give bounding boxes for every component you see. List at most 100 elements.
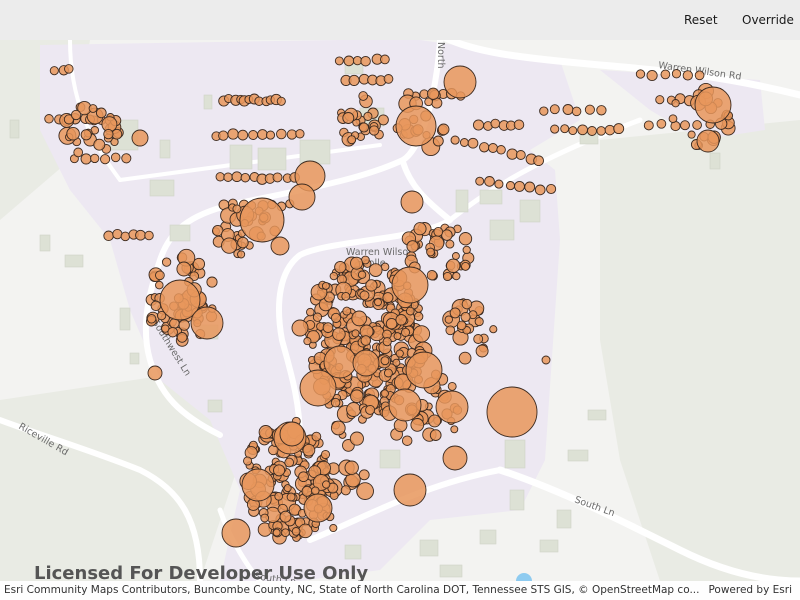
map-marker[interactable] <box>155 270 165 281</box>
map-marker[interactable] <box>301 485 313 497</box>
map-marker[interactable] <box>534 184 546 196</box>
map-marker[interactable] <box>365 404 376 415</box>
map-marker[interactable] <box>110 152 121 163</box>
map-marker[interactable] <box>347 135 357 145</box>
map-marker[interactable] <box>383 74 394 84</box>
map-marker[interactable] <box>413 222 427 236</box>
map-marker[interactable] <box>332 327 346 341</box>
map-marker[interactable] <box>279 510 292 523</box>
map-marker[interactable] <box>330 397 341 408</box>
map-marker[interactable] <box>321 281 330 290</box>
map-marker[interactable] <box>391 266 429 304</box>
map-marker[interactable] <box>237 236 249 249</box>
map-marker[interactable] <box>66 126 80 141</box>
map-marker[interactable] <box>660 69 671 80</box>
map-marker[interactable] <box>426 247 435 257</box>
map-marker[interactable] <box>383 368 393 378</box>
map-marker[interactable] <box>382 292 394 304</box>
map-marker[interactable] <box>514 180 525 192</box>
map-marker[interactable] <box>414 311 424 322</box>
map-marker[interactable] <box>329 271 338 281</box>
map-marker[interactable] <box>450 425 459 434</box>
map-marker[interactable] <box>190 306 224 340</box>
map-marker[interactable] <box>655 95 665 105</box>
map-marker[interactable] <box>604 124 616 136</box>
map-marker[interactable] <box>223 172 233 182</box>
map-marker[interactable] <box>218 130 229 141</box>
map-marker[interactable] <box>388 388 422 422</box>
map-marker[interactable] <box>258 425 273 440</box>
map-marker[interactable] <box>176 261 192 277</box>
override-button[interactable]: Override <box>742 10 794 30</box>
map-marker[interactable] <box>437 123 450 136</box>
map-marker[interactable] <box>533 155 544 167</box>
map-marker[interactable] <box>473 334 484 344</box>
map-marker[interactable] <box>343 55 355 67</box>
map-marker[interactable] <box>352 349 380 377</box>
map-marker[interactable] <box>462 245 471 255</box>
map-marker[interactable] <box>279 421 305 447</box>
map-marker[interactable] <box>393 332 402 341</box>
map-marker[interactable] <box>272 528 281 537</box>
map-marker[interactable] <box>449 307 461 319</box>
map-marker[interactable] <box>441 229 453 241</box>
map-marker[interactable] <box>231 171 243 183</box>
map-marker[interactable] <box>571 106 582 117</box>
map-marker[interactable] <box>276 96 286 106</box>
map-marker[interactable] <box>357 270 367 279</box>
map-marker[interactable] <box>283 484 292 493</box>
map-marker[interactable] <box>346 402 362 417</box>
map-marker[interactable] <box>64 64 74 74</box>
map-marker[interactable] <box>505 181 516 191</box>
map-marker[interactable] <box>363 111 373 121</box>
map-marker[interactable] <box>288 183 316 211</box>
map-marker[interactable] <box>433 226 444 237</box>
map-marker[interactable] <box>460 311 471 323</box>
map-marker[interactable] <box>135 229 146 241</box>
map-marker[interactable] <box>349 431 364 446</box>
map-marker[interactable] <box>320 449 331 460</box>
map-marker[interactable] <box>167 326 178 338</box>
map-marker[interactable] <box>374 298 382 307</box>
map-marker[interactable] <box>284 457 295 468</box>
map-marker[interactable] <box>330 420 346 436</box>
map-marker[interactable] <box>358 122 369 133</box>
map-marker[interactable] <box>239 197 285 243</box>
map-marker[interactable] <box>562 104 574 115</box>
map-marker[interactable] <box>490 118 501 129</box>
map-marker[interactable] <box>146 314 157 324</box>
map-marker[interactable] <box>358 91 369 101</box>
map-marker[interactable] <box>281 528 290 538</box>
map-marker[interactable] <box>577 124 588 136</box>
map-marker[interactable] <box>232 204 242 214</box>
map-marker[interactable] <box>474 317 484 327</box>
map-marker[interactable] <box>432 135 444 147</box>
map-marker[interactable] <box>400 327 411 337</box>
map-marker[interactable] <box>489 325 498 334</box>
map-marker[interactable] <box>546 183 557 195</box>
map-marker[interactable] <box>405 306 415 316</box>
map-marker[interactable] <box>100 154 111 165</box>
map-marker[interactable] <box>395 314 407 326</box>
reset-button[interactable]: Reset <box>684 10 718 30</box>
map-marker[interactable] <box>696 129 720 153</box>
map-canvas[interactable]: Warren Wilson Colle Warren Wilson Rd Sou… <box>0 40 800 581</box>
map-marker[interactable] <box>539 106 549 116</box>
map-marker[interactable] <box>401 435 413 446</box>
map-marker[interactable] <box>291 527 301 536</box>
map-marker[interactable] <box>176 332 188 343</box>
map-marker[interactable] <box>380 389 389 398</box>
map-marker[interactable] <box>484 176 495 187</box>
map-marker[interactable] <box>260 513 270 523</box>
map-marker[interactable] <box>382 337 392 347</box>
map-marker[interactable] <box>348 74 360 86</box>
map-marker[interactable] <box>458 232 473 246</box>
map-marker[interactable] <box>273 464 286 477</box>
map-marker[interactable] <box>206 276 218 288</box>
map-marker[interactable] <box>330 312 342 323</box>
map-marker[interactable] <box>93 138 106 151</box>
map-marker[interactable] <box>286 492 296 502</box>
map-marker[interactable] <box>687 130 696 139</box>
map-marker[interactable] <box>445 239 455 249</box>
map-marker[interactable] <box>461 298 473 310</box>
